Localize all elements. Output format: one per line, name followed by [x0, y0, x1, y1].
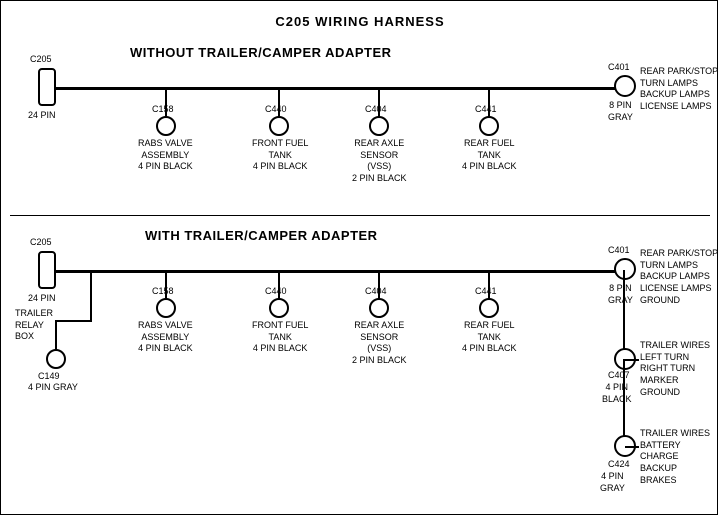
c424-sub: 4 PINGRAY — [600, 471, 625, 494]
c407-sub: 4 PINBLACK — [602, 382, 632, 405]
c424-right-label: TRAILER WIRESBATTERY CHARGEBACKUPBRAKES — [640, 428, 720, 486]
c158-top-label: C158 — [152, 104, 174, 116]
c404-top-sub: REAR AXLESENSOR(VSS)2 PIN BLACK — [352, 138, 407, 185]
c440-bot-connector — [269, 298, 289, 318]
c424-hline — [625, 446, 639, 448]
c158-bot-sub: RABS VALVEASSEMBLY4 PIN BLACK — [138, 320, 193, 355]
c404-top-label: C404 — [365, 104, 387, 116]
c407-hline — [625, 359, 639, 361]
section1-label: WITHOUT TRAILER/CAMPER ADAPTER — [130, 45, 392, 60]
c205-top-label: C205 — [30, 54, 52, 66]
right-branch-vline — [623, 270, 625, 360]
c401-bot-label: C401 — [608, 245, 630, 257]
c401-top-sub: REAR PARK/STOPTURN LAMPSBACKUP LAMPSLICE… — [640, 66, 718, 113]
c440-top-connector — [269, 116, 289, 136]
c441-top-sub: REAR FUELTANK4 PIN BLACK — [462, 138, 517, 173]
c149-connector — [46, 349, 66, 369]
c404-bot-connector — [369, 298, 389, 318]
c424-label: C424 — [608, 459, 630, 471]
relay-vline — [90, 271, 92, 321]
c441-bot-connector — [479, 298, 499, 318]
c441-top-connector — [479, 116, 499, 136]
c401-top-label: C401 — [608, 62, 630, 74]
c401-top-pin: 8 PINGRAY — [608, 100, 633, 123]
c401-bot-pin: 8 PINGRAY — [608, 283, 633, 306]
c407-label: C407 — [608, 370, 630, 382]
c407-right-label: TRAILER WIRESLEFT TURNRIGHT TURNMARKERGR… — [640, 340, 710, 398]
divider — [10, 215, 710, 216]
c158-bot-connector — [156, 298, 176, 318]
main-hline-2 — [55, 270, 630, 273]
c205-bot-connector — [38, 251, 56, 289]
c440-top-sub: FRONT FUELTANK4 PIN BLACK — [252, 138, 308, 173]
c149-vline — [55, 320, 57, 350]
main-hline-1 — [55, 87, 630, 90]
c158-top-connector — [156, 116, 176, 136]
c205-bot-sub: 24 PIN — [28, 293, 56, 305]
c441-bot-label: C441 — [475, 286, 497, 298]
section2-label: WITH TRAILER/CAMPER ADAPTER — [145, 228, 378, 243]
c149-label: C149 — [38, 371, 60, 383]
c158-bot-label: C158 — [152, 286, 174, 298]
c401-top-connector — [614, 75, 636, 97]
c440-bot-label: C440 — [265, 286, 287, 298]
c205-top-sub: 24 PIN — [28, 110, 56, 122]
c404-bot-label: C404 — [365, 286, 387, 298]
c404-bot-sub: REAR AXLESENSOR(VSS)2 PIN BLACK — [352, 320, 407, 367]
c404-top-connector — [369, 116, 389, 136]
c401-bot-sub: REAR PARK/STOPTURN LAMPSBACKUP LAMPSLICE… — [640, 248, 718, 306]
relay-hline — [55, 320, 92, 322]
c441-bot-sub: REAR FUELTANK4 PIN BLACK — [462, 320, 517, 355]
c205-bot-label: C205 — [30, 237, 52, 249]
c440-top-label: C440 — [265, 104, 287, 116]
c205-top-connector — [38, 68, 56, 106]
diagram-container: WITHOUT TRAILER/CAMPER ADAPTER C205 24 P… — [0, 0, 720, 500]
c441-top-label: C441 — [475, 104, 497, 116]
trailer-relay-label: TRAILERRELAYBOX — [15, 308, 53, 343]
c149-sub: 4 PIN GRAY — [28, 382, 78, 394]
c158-top-sub: RABS VALVEASSEMBLY4 PIN BLACK — [138, 138, 193, 173]
c401-bot-connector — [614, 258, 636, 280]
c440-bot-sub: FRONT FUELTANK4 PIN BLACK — [252, 320, 308, 355]
